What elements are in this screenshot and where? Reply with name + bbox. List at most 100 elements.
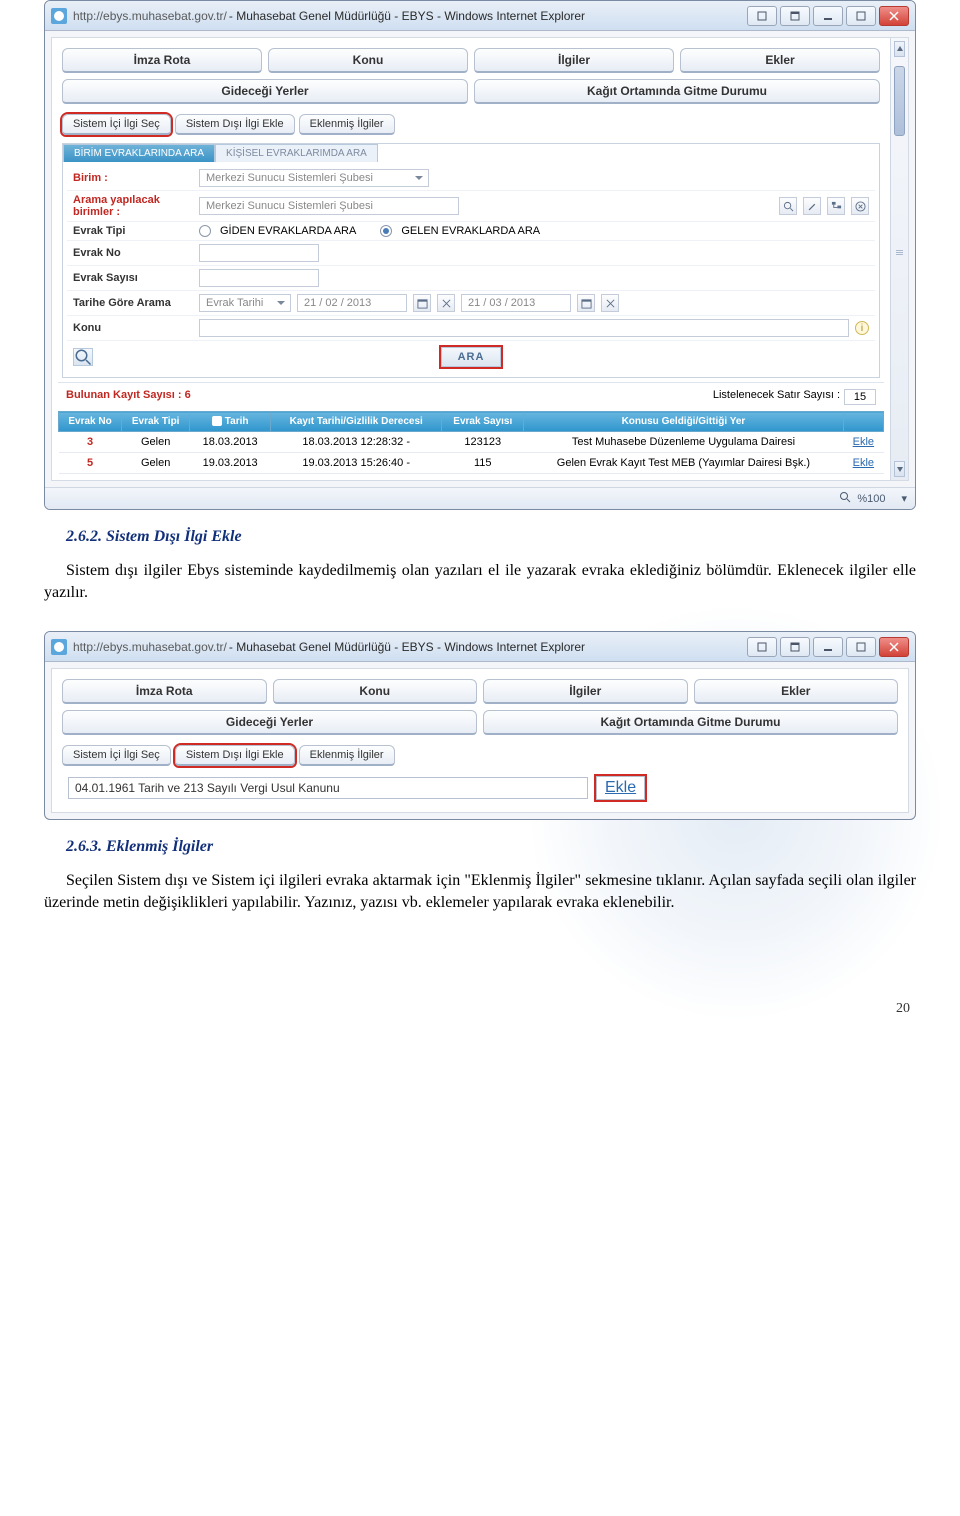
label-arama-birimler: Arama yapılacak birimler : [73,194,199,218]
tab-konu[interactable]: Konu [273,679,478,704]
subtab-sistem-ici[interactable]: Sistem İçi İlgi Seç [62,745,171,766]
tab-imza-rota[interactable]: İmza Rota [62,679,267,704]
date-from-input[interactable]: 21 / 02 / 2013 [297,294,407,312]
col-evrak-tipi[interactable]: Evrak Tipi [122,412,190,432]
ilgi-text-input[interactable]: 04.01.1961 Tarih ve 213 Sayılı Vergi Usu… [68,777,588,799]
ilgi-ekle-row: 04.01.1961 Tarih ve 213 Sayılı Vergi Usu… [58,770,902,806]
close-button[interactable] [879,6,909,26]
sort-icon [212,416,222,426]
scroll-up-icon[interactable] [894,41,905,57]
radio-gelen-label: GELEN EVRAKLARDA ARA [401,225,540,237]
results-found-label: Bulunan Kayıt Sayısı : 6 [66,389,713,405]
close-button[interactable] [879,637,909,657]
vertical-scrollbar[interactable] [890,38,908,480]
tab-imza-rota[interactable]: İmza Rota [62,48,262,73]
col-tarih[interactable]: Tarih [190,412,271,432]
table-row: 3 Gelen 18.03.2013 18.03.2013 12:28:32 -… [59,432,884,453]
ie-favicon-icon [51,8,67,24]
col-sayisi[interactable]: Evrak Sayısı [442,412,524,432]
ara-button[interactable]: ARA [441,347,502,367]
date-to-input[interactable]: 21 / 03 / 2013 [461,294,571,312]
arama-value: Merkezi Sunucu Sistemleri Şubesi [206,200,373,212]
tab-konu[interactable]: Konu [268,48,468,73]
tab-ilgiler[interactable]: İlgiler [474,48,674,73]
ekle-link[interactable]: Ekle [853,457,874,469]
col-kayit[interactable]: Kayıt Tarihi/Gizlilik Derecesi [271,412,442,432]
label-birim: Birim : [73,172,199,184]
ie-favicon-icon [51,639,67,655]
window-title: - Muhasebat Genel Müdürlüğü - EBYS - Win… [229,640,747,654]
evrak-no-input[interactable] [199,244,319,262]
zoom-icon[interactable] [839,491,851,506]
label-tarihe-gore: Tarihe Göre Arama [73,297,199,309]
col-konu[interactable]: Konusu Geldiği/Gittiği Yer [524,412,844,432]
evrak-sayisi-input[interactable] [199,269,319,287]
paragraph-262: Sistem dışı ilgiler Ebys sisteminde kayd… [44,560,916,603]
subtab-sistem-disi[interactable]: Sistem Dışı İlgi Ekle [175,745,295,766]
browser-window-1: http://ebys.muhasebat.gov.tr/ - Muhaseba… [44,0,916,510]
rows-input[interactable] [844,389,876,405]
konu-input[interactable] [199,319,849,337]
scroll-down-icon[interactable] [894,461,905,477]
results-grid: Evrak No Evrak Tipi Tarih Kayıt Tarihi/G… [58,411,884,474]
quick-search-button[interactable] [73,348,93,366]
calendar-icon-to[interactable] [577,294,595,312]
label-evrak-tipi: Evrak Tipi [73,225,199,237]
calendar-icon-from[interactable] [413,294,431,312]
panel-tab-kisisel[interactable]: KİŞİSEL EVRAKLARIMDA ARA [215,144,378,162]
minimize-button[interactable] [813,6,843,26]
minimize-button[interactable] [813,637,843,657]
clear-icon[interactable] [851,197,869,215]
address-url: http://ebys.muhasebat.gov.tr/ [73,640,227,654]
edit-icon[interactable] [803,197,821,215]
ekle-link[interactable]: Ekle [853,436,874,448]
maximize-button[interactable] [846,637,876,657]
clear-date-to-icon[interactable] [601,294,619,312]
subtabs: Sistem İçi İlgi Seç Sistem Dışı İlgi Ekl… [58,110,884,139]
subtab-eklenmis[interactable]: Eklenmiş İlgiler [299,114,395,135]
tab-menu-button[interactable] [780,6,810,26]
tab-kagit-durumu[interactable]: Kağıt Ortamında Gitme Durumu [483,710,898,735]
scrollbar-thumb[interactable] [894,66,905,136]
tree-icon[interactable] [827,197,845,215]
tab-ekler[interactable]: Ekler [680,48,880,73]
subtabs: Sistem İçi İlgi Seç Sistem Dışı İlgi Ekl… [58,741,902,770]
subtab-sistem-disi[interactable]: Sistem Dışı İlgi Ekle [175,114,295,135]
subtab-eklenmis[interactable]: Eklenmiş İlgiler [299,745,395,766]
primary-tabrow: İmza Rota Konu İlgiler Ekler [62,48,880,73]
radio-gelen[interactable] [380,225,392,237]
tab-ekler[interactable]: Ekler [694,679,899,704]
thumb-button[interactable] [747,637,777,657]
birim-value: Merkezi Sunucu Sistemleri Şubesi [206,172,373,184]
titlebar: http://ebys.muhasebat.gov.tr/ - Muhaseba… [45,1,915,31]
label-konu: Konu [73,322,199,334]
panel-tab-birim[interactable]: BİRİM EVRAKLARINDA ARA [63,144,215,162]
radio-giden-label: GİDEN EVRAKLARDA ARA [220,225,356,237]
tab-menu-button[interactable] [780,637,810,657]
address-url: http://ebys.muhasebat.gov.tr/ [73,9,227,23]
zoom-level: %100 [857,493,885,505]
thumb-button[interactable] [747,6,777,26]
col-evrak-no[interactable]: Evrak No [59,412,122,432]
radio-giden[interactable] [199,225,211,237]
arama-birimler-input[interactable]: Merkezi Sunucu Sistemleri Şubesi [199,197,459,215]
clear-date-from-icon[interactable] [437,294,455,312]
col-action [843,412,883,432]
birim-dropdown[interactable]: Merkezi Sunucu Sistemleri Şubesi [199,169,429,187]
scrollbar-grip-icon [896,250,903,256]
ekle-button[interactable]: Ekle [596,776,645,800]
tab-gidecegi-yerler[interactable]: Gideceği Yerler [62,710,477,735]
secondary-tabrow: Gideceği Yerler Kağıt Ortamında Gitme Du… [62,79,880,104]
tab-kagit-durumu[interactable]: Kağıt Ortamında Gitme Durumu [474,79,880,104]
tarih-tipi-dropdown[interactable]: Evrak Tarihi [199,294,291,312]
titlebar: http://ebys.muhasebat.gov.tr/ - Muhaseba… [45,632,915,662]
primary-tabrow: İmza Rota Konu İlgiler Ekler [62,679,898,704]
search-icon[interactable] [779,197,797,215]
tab-ilgiler[interactable]: İlgiler [483,679,688,704]
subtab-sistem-ici[interactable]: Sistem İçi İlgi Seç [62,114,171,135]
maximize-button[interactable] [846,6,876,26]
zoom-dropdown-icon[interactable]: ▾ [901,492,907,505]
label-evrak-no: Evrak No [73,247,199,259]
info-icon[interactable]: i [855,321,869,335]
tab-gidecegi-yerler[interactable]: Gideceği Yerler [62,79,468,104]
